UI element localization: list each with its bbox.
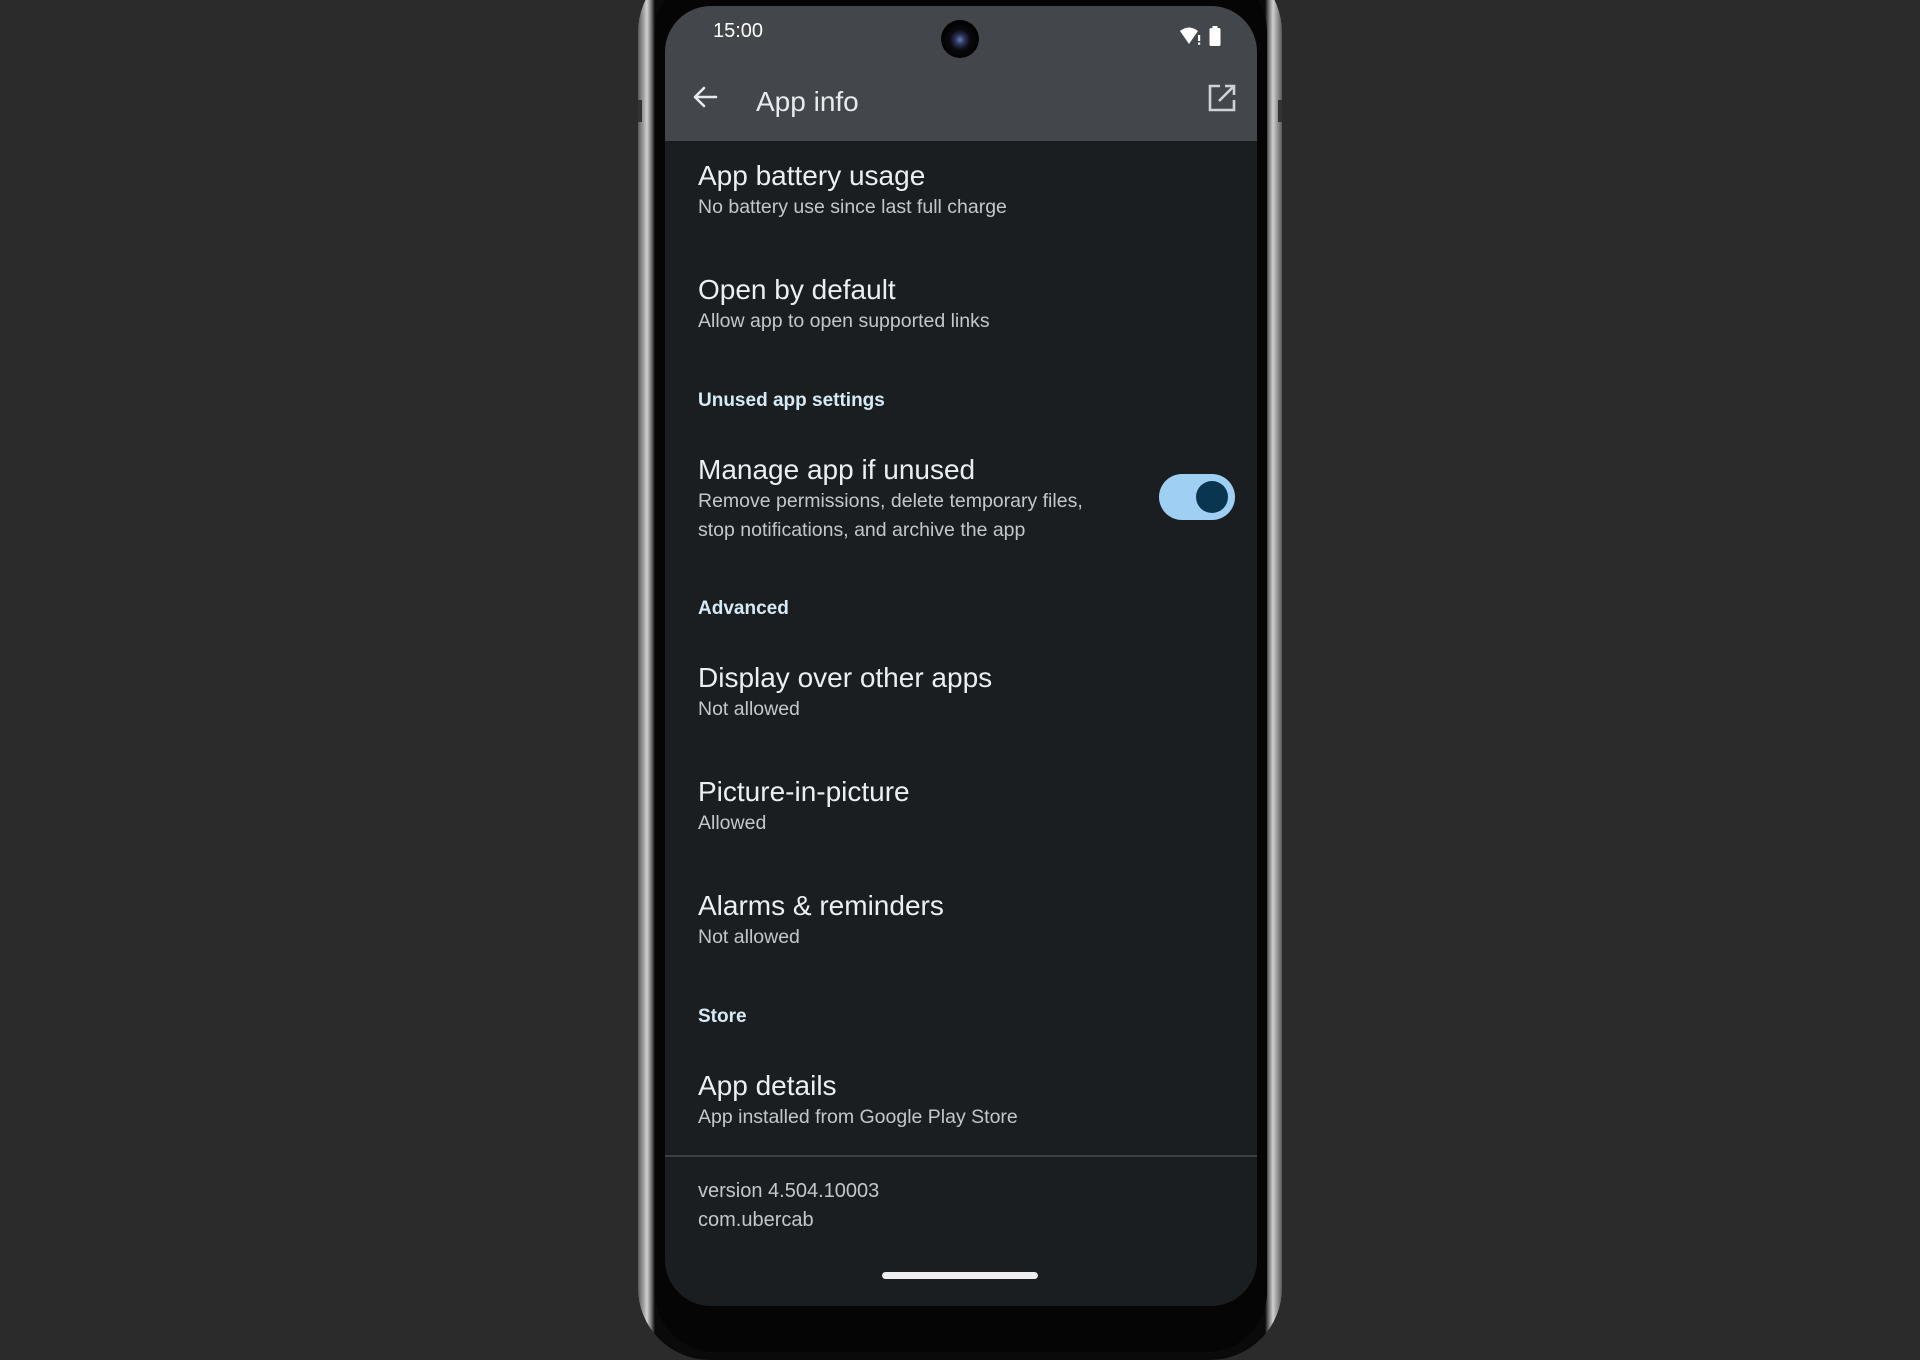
app-version-footer: version 4.504.10003 com.ubercab [698,1177,879,1235]
list-item-open-by-default[interactable]: Open by default Allow app to open suppor… [698,273,1237,336]
item-subtitle-line-2: stop notifications, and archive the app [698,519,1026,541]
item-title: App battery usage [698,160,926,191]
home-indicator[interactable] [882,1272,1038,1279]
page-title: App info [756,86,859,117]
package-name: com.ubercab [698,1209,814,1231]
item-subtitle-line-1: Remove permissions, delete temporary fil… [698,490,1083,512]
item-subtitle: Allow app to open supported links [698,310,990,332]
list-item-app-details[interactable]: App details App installed from Google Pl… [698,1069,1237,1132]
item-title: App details [698,1070,837,1101]
side-button-right [1278,100,1282,122]
open-in-new-icon [1208,84,1236,117]
status-icons [1179,26,1221,51]
version-text: version 4.504.10003 [698,1180,880,1202]
divider [665,1155,1257,1157]
list-item-app-battery-usage[interactable]: App battery usage No battery use since l… [698,159,1237,222]
item-title: Manage app if unused [698,454,976,485]
status-time: 15:00 [713,20,764,42]
phone-screen: 15:00 App info App battery usage No batt… [665,6,1257,1306]
section-header-advanced: Advanced [698,598,789,619]
item-subtitle: No battery use since last full charge [698,196,1007,218]
item-subtitle: Allowed [698,812,767,834]
arrow-back-icon [692,84,718,115]
item-title: Display over other apps [698,662,993,693]
top-app-bar: 15:00 App info [665,6,1257,141]
item-subtitle: Not allowed [698,926,800,948]
list-item-display-over-other-apps[interactable]: Display over other apps Not allowed [698,661,1237,724]
list-item-manage-app-if-unused[interactable]: Manage app if unused Remove permissions,… [698,453,1147,545]
manage-app-toggle[interactable] [1159,474,1235,520]
wifi-alert-icon [1179,26,1203,51]
item-title: Open by default [698,274,896,305]
back-button[interactable] [687,81,723,117]
list-item-picture-in-picture[interactable]: Picture-in-picture Allowed [698,775,1237,838]
side-button-left [638,100,642,122]
battery-icon [1209,26,1221,51]
front-camera [941,20,979,58]
section-header-store: Store [698,1006,747,1027]
toggle-thumb [1196,481,1228,513]
section-header-unused-app-settings: Unused app settings [698,390,885,411]
item-subtitle: Not allowed [698,698,800,720]
item-title: Picture-in-picture [698,776,910,807]
list-item-alarms-reminders[interactable]: Alarms & reminders Not allowed [698,889,1237,952]
item-title: Alarms & reminders [698,890,944,921]
item-subtitle: App installed from Google Play Store [698,1106,1018,1128]
open-app-button[interactable] [1203,81,1241,119]
